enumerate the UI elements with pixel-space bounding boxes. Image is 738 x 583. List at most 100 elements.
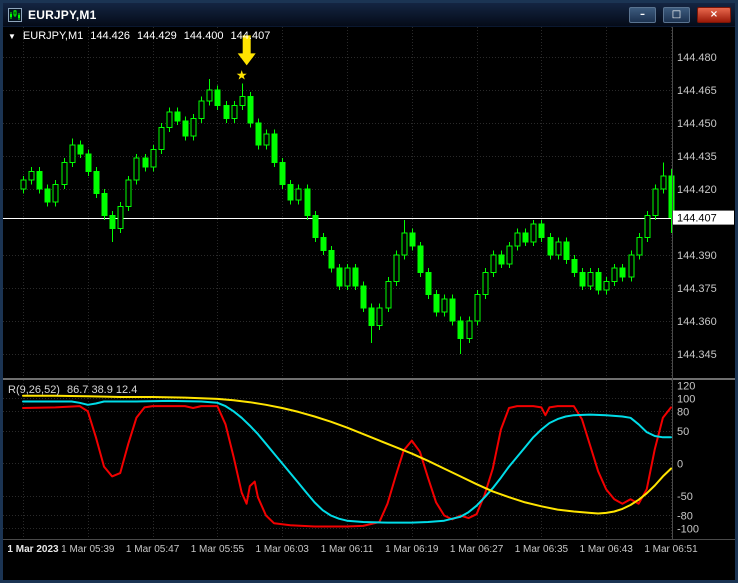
candle-body (393, 254, 400, 282)
candle-body (69, 144, 76, 164)
oscillator-line-red (22, 405, 672, 528)
chart-icon (8, 7, 22, 22)
candle-body (190, 118, 197, 137)
candle-body (85, 153, 92, 172)
time-axis-label: 1 Mar 05:47 (126, 544, 180, 555)
candle-body (368, 307, 375, 326)
candle-body (28, 170, 35, 181)
candle-body (93, 170, 100, 194)
candle-body (166, 111, 173, 128)
indicator-axis-label: -80 (677, 511, 693, 523)
indicator-axis-label: -100 (677, 524, 699, 536)
candle-body (457, 320, 464, 340)
close-button[interactable]: × (697, 6, 731, 23)
time-axis-label: 1 Mar 05:39 (61, 544, 115, 555)
quote-header: ▼ EURJPY,M1 144.426 144.429 144.400 144.… (8, 30, 270, 42)
candle-body (255, 122, 262, 146)
candle-body (409, 232, 416, 247)
time-axis[interactable]: 1 Mar 2023 1 Mar 05:39 1 Mar 05:47 1 Mar 05… (7, 544, 698, 555)
candle-body (385, 280, 392, 309)
candle-body (425, 272, 432, 296)
candle-body (223, 104, 230, 120)
indicator-values: 86.7 38.9 12.4 (66, 384, 138, 396)
quote-open: 144.426 (90, 30, 131, 42)
candle-body (579, 272, 586, 287)
candle-body (603, 280, 610, 291)
candle-body (133, 157, 140, 181)
candle-body (295, 188, 302, 201)
quote-close: 144.407 (230, 30, 271, 42)
candle-body (474, 294, 481, 322)
time-axis-label: 1 Mar 06:27 (450, 544, 504, 555)
candle-body (547, 236, 554, 256)
indicator-header: R(9,26,52) 86.7 38.9 12.4 (8, 384, 137, 396)
price-axis-label: 144.450 (677, 118, 717, 130)
signal-star-icon: ★ (236, 67, 248, 82)
candle-body (20, 179, 27, 190)
titlebar[interactable]: EURJPY,M1 – □ × (3, 3, 735, 27)
candle-body (61, 162, 68, 186)
time-axis-label: 1 Mar 06:03 (256, 544, 310, 555)
candle-body (328, 250, 335, 269)
price-axis-label: 144.420 (677, 184, 717, 196)
chart-client-area: ★ 144.480 144.465 144.450 144.435 144.420 144.… (3, 27, 735, 580)
candle-body (352, 267, 359, 287)
candle-body (312, 214, 319, 238)
symbol-dropdown-icon[interactable]: ▼ (8, 32, 16, 41)
candle-body (125, 179, 132, 208)
indicator-axis-label: 80 (677, 406, 689, 418)
candle-body (490, 254, 497, 274)
time-axis-label: 1 Mar 06:43 (580, 544, 634, 555)
candle-body (360, 285, 367, 309)
candle-body (344, 267, 351, 287)
candle-body (514, 232, 521, 247)
indicator-axis-label: 100 (677, 393, 695, 405)
candle-body (555, 241, 562, 256)
candle-body (36, 170, 43, 190)
current-price-label: 144.407 (677, 213, 717, 225)
price-axis-label: 144.375 (677, 283, 717, 295)
candle-body (182, 120, 189, 137)
candle-body (214, 89, 221, 106)
pane-separator[interactable] (3, 378, 735, 380)
time-axis-label: 1 Mar 06:51 (644, 544, 698, 555)
time-axis-label: 1 Mar 2023 (7, 544, 59, 555)
candle-body (158, 126, 165, 150)
candle-body (571, 258, 578, 274)
candle-body (376, 307, 383, 326)
chart-window: EURJPY,M1 – □ × ★ 144.480 144.465 144.450 14… (0, 0, 738, 583)
time-axis-label: 1 Mar 06:11 (321, 544, 374, 555)
candle-body (530, 223, 537, 243)
candle-body (644, 214, 651, 238)
candle-body (611, 267, 618, 282)
price-axis-label: 144.480 (677, 52, 717, 64)
candle-body (628, 254, 635, 278)
candle-body (198, 100, 205, 120)
maximize-button[interactable]: □ (663, 6, 690, 23)
price-axis-label: 144.345 (677, 349, 717, 361)
candle-body (101, 192, 108, 216)
candle-body (109, 214, 116, 230)
candle-body (271, 133, 278, 164)
candle-body (304, 188, 311, 216)
indicator-name: R(9,26,52) (8, 384, 60, 396)
quote-high: 144.429 (137, 30, 177, 42)
candle-body (279, 162, 286, 186)
quote-low: 144.400 (183, 30, 224, 42)
quote-symbol: EURJPY,M1 (22, 30, 84, 42)
minimize-button[interactable]: – (629, 6, 656, 23)
candle-body (263, 133, 270, 146)
candle-body (652, 188, 659, 216)
candle-body (287, 184, 294, 201)
price-axis-label: 144.360 (677, 316, 717, 328)
candle-body (231, 104, 238, 120)
candle-body (247, 96, 254, 124)
price-axis-label: 144.435 (677, 151, 717, 163)
chart-canvas[interactable]: ★144.480144.465144.450144.435144.420144.… (3, 27, 735, 580)
indicator-axis-label: 50 (677, 426, 689, 438)
price-axis[interactable]: 144.480 144.465 144.450 144.435 144.420 144.3… (673, 52, 734, 536)
candle-body (239, 96, 246, 106)
candle-body (498, 254, 505, 265)
candle-body (660, 175, 667, 190)
candle-body (77, 144, 84, 155)
